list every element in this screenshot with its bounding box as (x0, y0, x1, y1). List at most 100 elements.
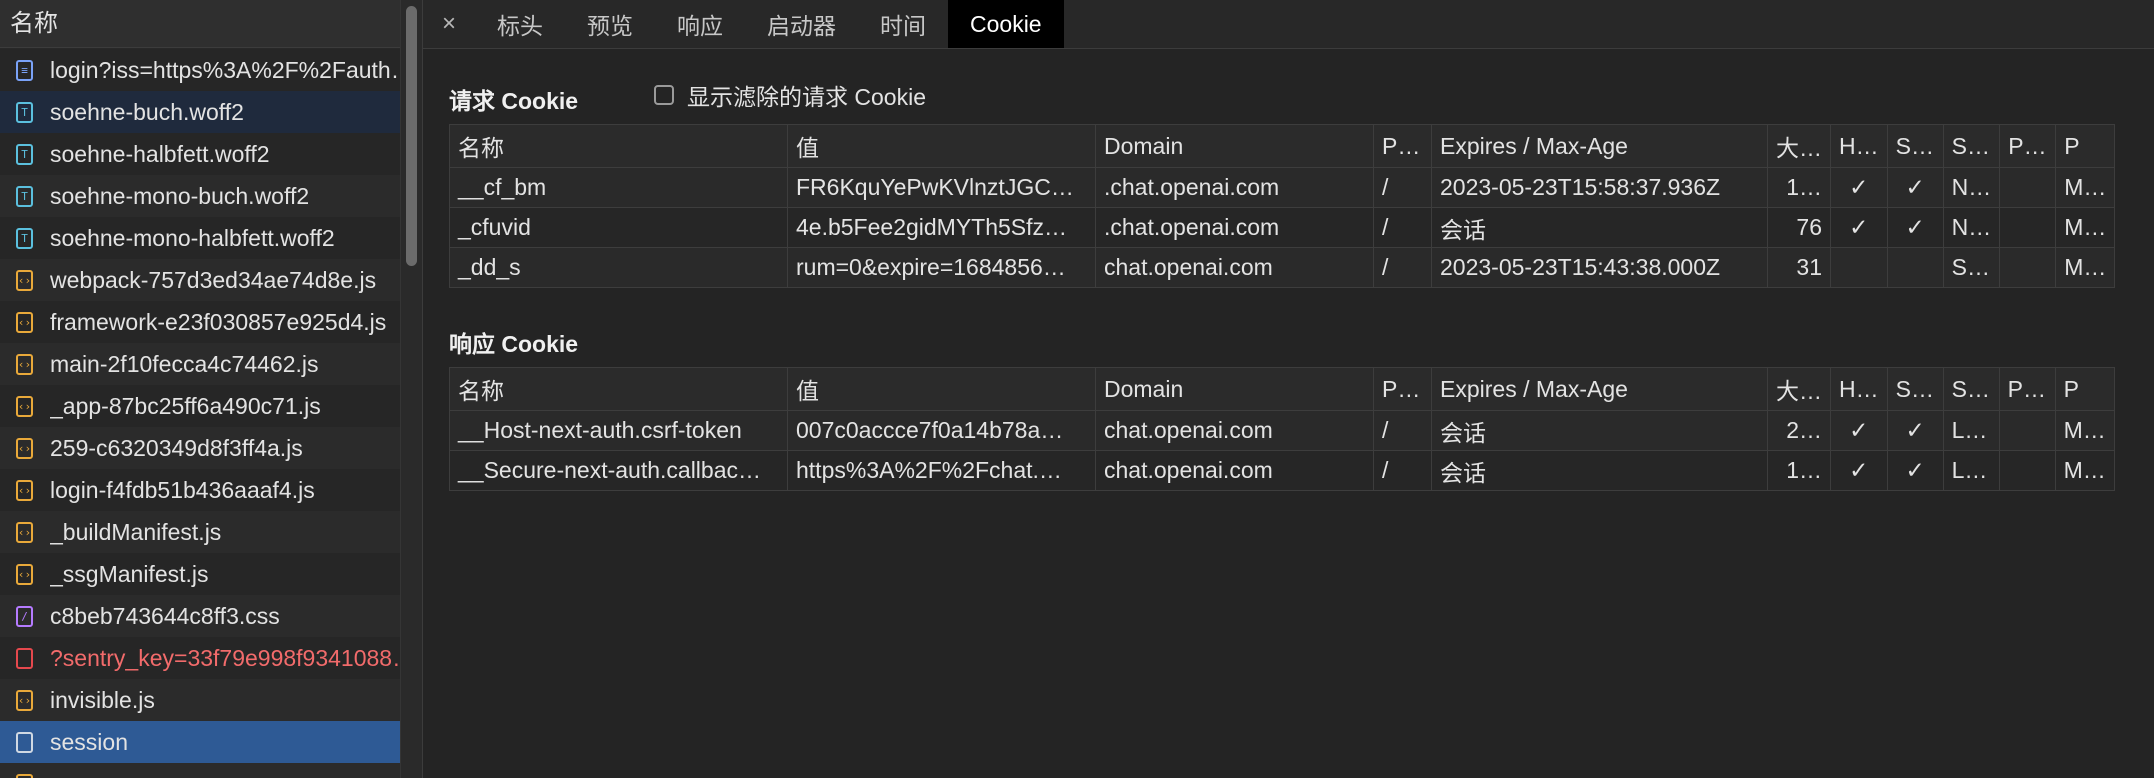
response-cookie-column-header[interactable]: P (2054, 367, 2115, 411)
request-cookies-title: 请求 Cookie (449, 88, 579, 114)
request-cookie-column-header[interactable]: Domain (1095, 124, 1374, 168)
request-cookie-column-header[interactable]: S… (1942, 124, 2001, 168)
request-cookie-cell: rum=0&expire=1684856… (787, 247, 1096, 288)
tab-headers[interactable]: 标头 (475, 0, 565, 48)
request-cookies-table: 名称值 Domain P… Expires / Max-Age 大… H… S… S… P… P … (449, 124, 2116, 288)
request-list-item[interactable]: ‹› main-2f10fecca4c74462.js (0, 343, 422, 385)
tab-preview[interactable]: 预览 (565, 0, 655, 48)
request-cookie-column-header[interactable]: P… (1373, 124, 1432, 168)
request-cookie-column-header[interactable]: P (2055, 124, 2116, 168)
response-cookie-cell (1998, 410, 2056, 451)
request-list-item[interactable]: Tsoehne-buch.woff2 (0, 91, 422, 133)
response-cookie-column-header[interactable]: P… (1373, 367, 1432, 411)
request-cookie-cell: chat.openai.com (1095, 247, 1374, 288)
request-cookie-row[interactable]: _dd_s rum=0&expire=1684856… chat.openai.co… (449, 247, 2116, 288)
request-cookie-column-header[interactable]: Expires / Max-Age (1431, 124, 1768, 168)
request-list-item[interactable]: ‹› 259-c6320349d8f3ff4a.js (0, 427, 422, 469)
request-cookie-column-header[interactable]: 值 (787, 124, 1096, 168)
show-filtered-cookies-toggle[interactable]: 显示滤除的请求 Cookie (654, 78, 926, 112)
request-cookie-cell: ✓ (1830, 167, 1888, 208)
document-icon: ≡ (16, 59, 33, 81)
request-list-item[interactable]: ?sentry_key=33f79e998f93410882ecec1e5714… (0, 637, 422, 679)
script-icon: ‹› (16, 563, 33, 585)
request-list-item[interactable]: Tsoehne-mono-buch.woff2 (0, 175, 422, 217)
request-list-item[interactable]: Tsoehne-halbfett.woff2 (0, 133, 422, 175)
script-icon: ‹› (16, 437, 33, 459)
request-list-item[interactable]: ‹› webpack-757d3ed34ae74d8e.js (0, 259, 422, 301)
tab-initiator[interactable]: 启动器 (745, 0, 858, 48)
response-cookie-cell (1998, 450, 2056, 491)
script-icon: ‹› (16, 521, 33, 543)
request-list-scrollbar[interactable] (400, 0, 422, 778)
request-list-item[interactable]: session (0, 721, 422, 763)
request-list-item[interactable]: ‹› login-f4fdb51b436aaaf4.js (0, 469, 422, 511)
request-cookie-row[interactable]: _cfuvid 4e.b5Fee2gidMYTh5Sfz… .chat.openai… (449, 207, 2116, 248)
tab-cookies[interactable]: Cookie (948, 0, 1064, 48)
request-cookie-cell (1999, 207, 2057, 248)
response-cookie-column-header[interactable]: 值 (787, 367, 1096, 411)
response-cookie-cell: 会话 (1431, 450, 1768, 491)
request-cookie-cell: M… (2055, 247, 2116, 288)
request-name: framework-e23f030857e925d4.js (50, 308, 387, 335)
request-cookie-cell: / (1373, 207, 1432, 248)
request-cookie-cell: N… (1942, 167, 2001, 208)
response-cookie-cell: chat.openai.com (1095, 450, 1374, 491)
request-name: ?sentry_key=33f79e998f93410882ecec1e5714… (50, 644, 420, 671)
script-icon: ‹› (16, 311, 33, 333)
request-list-item[interactable]: ‹› invisible.js (0, 679, 422, 721)
response-cookie-column-header[interactable]: 名称 (449, 367, 788, 411)
request-cookie-column-header[interactable]: H… (1830, 124, 1888, 168)
request-cookie-cell: / (1373, 167, 1432, 208)
font-icon: T (16, 227, 33, 249)
request-list-item[interactable]: ‹› (0, 763, 422, 778)
tab-response[interactable]: 响应 (655, 0, 745, 48)
show-filtered-cookies-checkbox[interactable] (654, 85, 674, 105)
request-name: _app-87bc25ff6a490c71.js (50, 392, 321, 419)
request-cookie-column-header[interactable]: S… (1886, 124, 1944, 168)
response-cookie-cell: / (1373, 410, 1432, 451)
request-list-item[interactable]: ‹› _ssgManifest.js (0, 553, 422, 595)
request-cookie-cell (1999, 167, 2057, 208)
request-cookie-row[interactable]: __cf_bm FR6KquYePwKVlnztJGC… .chat.openai.… (449, 167, 2116, 208)
scrollbar-thumb[interactable] (406, 6, 417, 266)
request-cookie-column-header[interactable]: 名称 (449, 124, 788, 168)
request-cookie-cell: M… (2055, 167, 2116, 208)
request-list-panel: 名称 ≡ login?iss=https%3A%2F%2Fauth.openai.… (0, 0, 423, 778)
response-cookie-column-header[interactable]: Expires / Max-Age (1431, 367, 1768, 411)
request-cookie-column-header[interactable]: P… (1999, 124, 2057, 168)
request-cookie-cell: / (1373, 247, 1432, 288)
response-cookie-column-header[interactable]: Domain (1095, 367, 1374, 411)
request-cookie-cell (1886, 247, 1944, 288)
request-cookie-cell: .chat.openai.com (1095, 207, 1374, 248)
name-column-header[interactable]: 名称 (0, 0, 422, 48)
response-cookie-cell: 会话 (1431, 410, 1768, 451)
close-icon[interactable]: × (423, 0, 475, 48)
request-cookie-cell: 2023-05-23T15:58:37.936Z (1431, 167, 1768, 208)
request-list-item[interactable]: ‹› _buildManifest.js (0, 511, 422, 553)
response-cookie-cell: M… (2054, 410, 2115, 451)
request-cookie-cell: 2023-05-23T15:43:38.000Z (1431, 247, 1768, 288)
request-list-item[interactable]: ≡ login?iss=https%3A%2F%2Fauth.openai.com (0, 49, 422, 91)
request-cookie-column-header[interactable]: 大… (1767, 124, 1831, 168)
request-name: c8beb743644c8ff3.css (50, 602, 280, 629)
response-cookie-row[interactable]: __Secure-next-auth.callbac… https%3A%2F%2… (449, 450, 2115, 491)
tab-timing[interactable]: 时间 (858, 0, 948, 48)
response-cookie-cell: https%3A%2F%2Fchat.… (787, 450, 1096, 491)
request-list-item[interactable]: Tsoehne-mono-halbfett.woff2 (0, 217, 422, 259)
response-cookie-column-header[interactable]: S… (1886, 367, 1944, 411)
response-cookie-cell: ✓ (1830, 450, 1888, 491)
response-cookie-column-header[interactable]: 大… (1767, 367, 1831, 411)
response-cookie-column-header[interactable]: S… (1942, 367, 2000, 411)
response-cookie-cell: chat.openai.com (1095, 410, 1374, 451)
response-cookie-row[interactable]: __Host-next-auth.csrf-token 007c0accce7f0… (449, 410, 2115, 451)
response-cookie-column-header[interactable]: H… (1830, 367, 1888, 411)
request-list-item[interactable]: ‹› framework-e23f030857e925d4.js (0, 301, 422, 343)
request-list-item[interactable]: ‹› _app-87bc25ff6a490c71.js (0, 385, 422, 427)
response-cookie-column-header[interactable]: P… (1998, 367, 2056, 411)
response-cookies-table: 名称值 Domain P… Expires / Max-Age 大… H… S… S… P… P … (449, 367, 2115, 491)
response-cookies-title: 响应 Cookie (449, 331, 579, 357)
request-cookie-cell: _dd_s (449, 247, 788, 288)
request-list-item[interactable]: / c8beb743644c8ff3.css (0, 595, 422, 637)
show-filtered-cookies-label: 显示滤除的请求 Cookie (687, 84, 926, 110)
request-cookie-cell (1830, 247, 1888, 288)
